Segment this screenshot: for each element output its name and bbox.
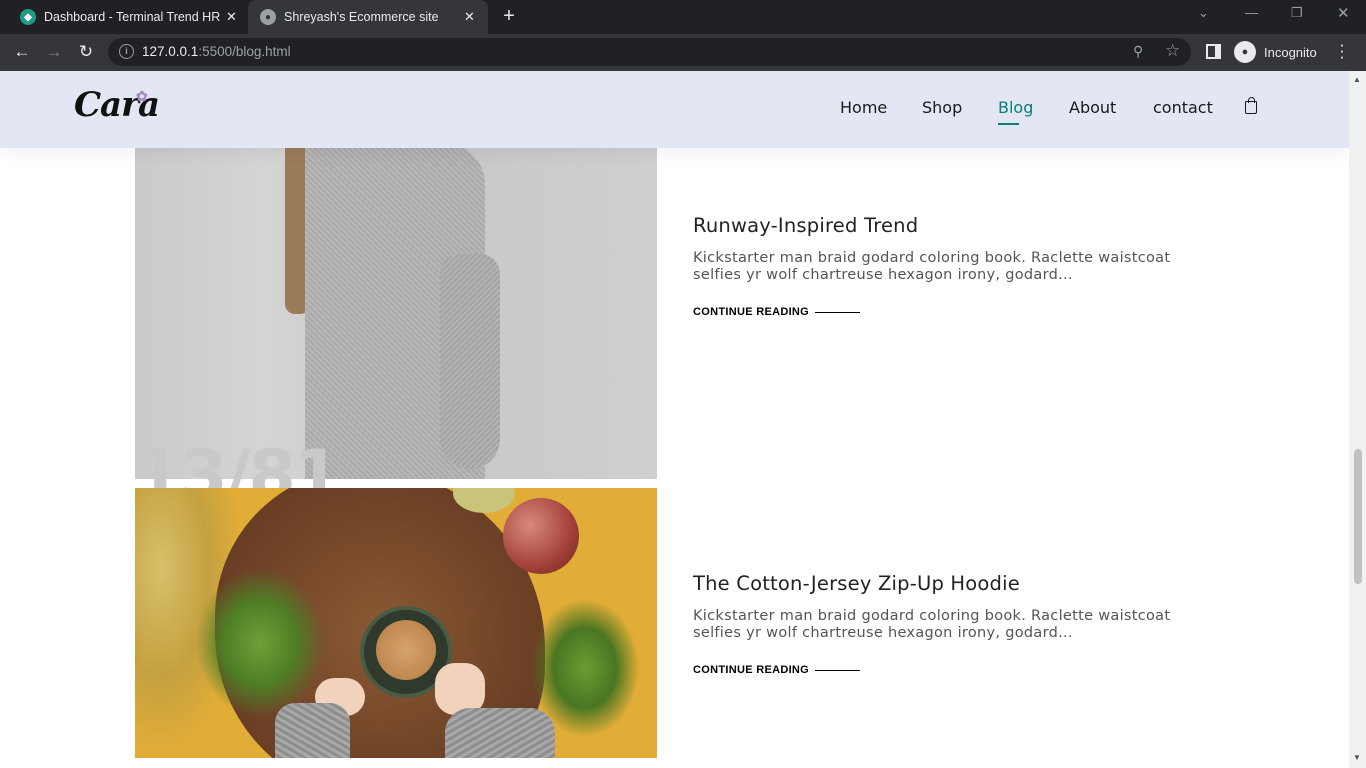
nav-home[interactable]: Home (840, 98, 887, 117)
site-info-icon[interactable]: i (119, 44, 134, 59)
nav-about[interactable]: About (1069, 98, 1116, 117)
restore-icon[interactable]: ❐ (1291, 5, 1303, 21)
browser-menu-icon[interactable]: · · · (1338, 36, 1346, 65)
blog-post-excerpt: Kickstarter man braid godard coloring bo… (693, 250, 1171, 283)
page-scrollbar[interactable]: ▲ ▼ (1349, 71, 1366, 768)
globe-icon: ● (260, 9, 276, 25)
close-tab-icon[interactable]: ✕ (464, 9, 475, 25)
bookmark-star-icon[interactable]: ☆ (1165, 41, 1180, 61)
nav-contact[interactable]: contact (1153, 98, 1213, 117)
image-detail (440, 254, 500, 469)
blog-post-details: The Cotton-Jersey Zip-Up Hoodie Kickstar… (693, 572, 1193, 676)
shield-logo-icon: ◆ (20, 9, 36, 25)
lavender-sprig-icon: ✿ (136, 89, 148, 105)
browser-tab-dashboard[interactable]: ◆ Dashboard - Terminal Trend HR ✕ (8, 0, 248, 34)
image-detail (275, 703, 350, 758)
tab-title: Dashboard - Terminal Trend HR (44, 10, 221, 24)
tab-title: Shreyash's Ecommerce site (284, 10, 439, 24)
zoom-icon[interactable]: ⚲ (1133, 43, 1143, 60)
incognito-profile-button[interactable]: ● Incognito (1234, 39, 1317, 65)
incognito-label: Incognito (1264, 44, 1317, 60)
blog-post-image (135, 144, 657, 479)
image-detail (195, 568, 325, 718)
url-text: 127.0.0.1:5500/blog.html (142, 44, 291, 59)
incognito-icon: ● (1234, 41, 1256, 63)
blog-post-details: Runway-Inspired Trend Kickstarter man br… (693, 214, 1193, 318)
scrollbar-thumb[interactable] (1354, 449, 1362, 584)
forward-icon[interactable]: → (42, 40, 66, 64)
blog-post-excerpt: Kickstarter man braid godard coloring bo… (693, 608, 1171, 641)
site-logo[interactable]: Cara ✿ (74, 85, 160, 125)
tab-search-icon[interactable]: ⌄ (1198, 5, 1209, 21)
continue-reading-link[interactable]: CONTINUE READING (693, 664, 861, 676)
browser-tab-ecommerce[interactable]: ● Shreyash's Ecommerce site ✕ (248, 0, 488, 34)
blog-post-image (135, 488, 657, 758)
browser-tab-bar: ◆ Dashboard - Terminal Trend HR ✕ ● Shre… (0, 0, 1366, 34)
reload-icon[interactable]: ↻ (74, 40, 98, 64)
scroll-down-icon[interactable]: ▼ (1353, 753, 1361, 762)
minimize-icon[interactable]: — (1245, 5, 1258, 20)
address-bar[interactable]: i 127.0.0.1:5500/blog.html ⚲ ☆ (108, 38, 1191, 66)
shopping-bag-icon[interactable] (1245, 97, 1257, 114)
close-window-icon[interactable]: ✕ (1337, 4, 1350, 22)
nav-blog[interactable]: Blog (998, 98, 1033, 125)
new-tab-button[interactable]: + (499, 6, 519, 28)
side-panel-icon[interactable] (1206, 44, 1221, 59)
image-detail (503, 498, 579, 574)
continue-reading-link[interactable]: CONTINUE READING (693, 306, 861, 318)
close-tab-icon[interactable]: ✕ (226, 9, 237, 25)
page-viewport: Cara ✿ Home Shop Blog About contact Runwa… (0, 71, 1349, 768)
nav-shop[interactable]: Shop (922, 98, 962, 117)
browser-toolbar: ← → ↻ i 127.0.0.1:5500/blog.html ⚲ ☆ ● I… (0, 34, 1366, 71)
image-detail (445, 708, 555, 758)
site-header: Cara ✿ Home Shop Blog About contact (0, 71, 1349, 148)
blog-post-title: The Cotton-Jersey Zip-Up Hoodie (693, 572, 1020, 595)
scroll-up-icon[interactable]: ▲ (1353, 75, 1361, 84)
back-icon[interactable]: ← (10, 40, 34, 64)
blog-post-title: Runway-Inspired Trend (693, 214, 919, 237)
